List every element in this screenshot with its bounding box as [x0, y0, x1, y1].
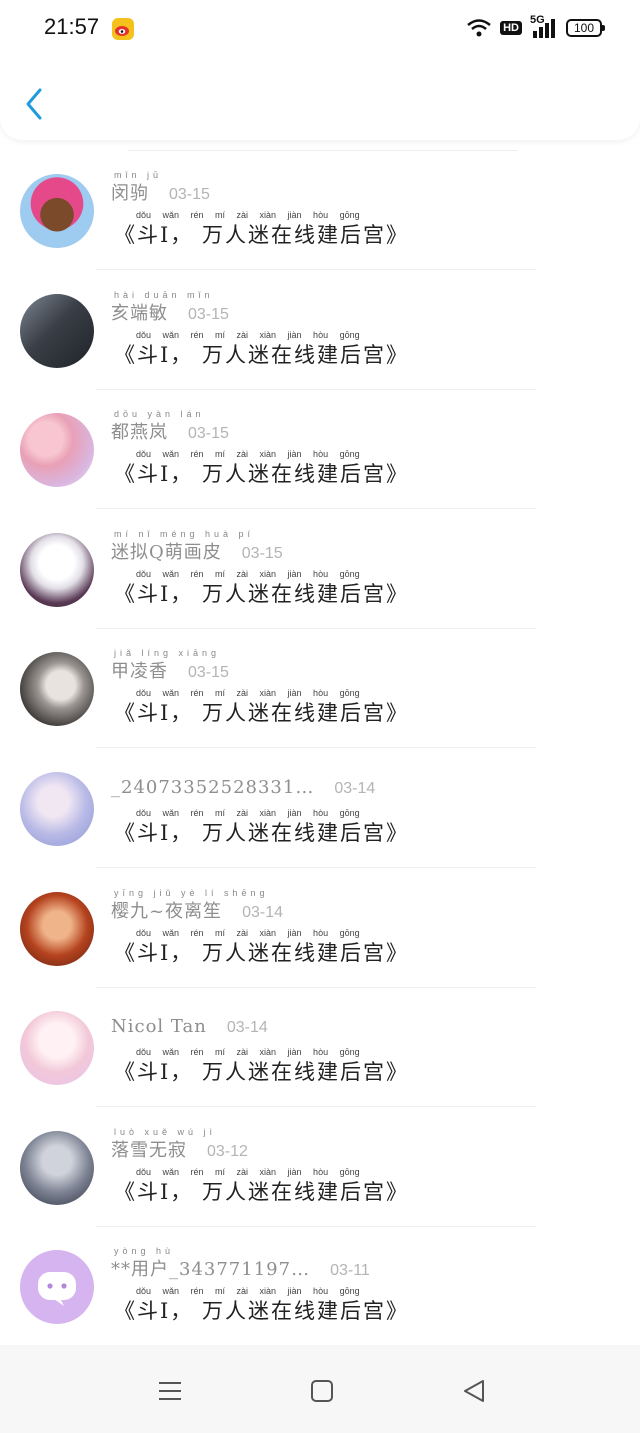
header-bar: 21:57 HD 5G 100	[0, 0, 640, 140]
back-button[interactable]	[20, 84, 52, 124]
comment-row[interactable]: dōu yàn lán 都燕岚 03-15 dǒu wǎn rén mí zài xi…	[0, 379, 640, 510]
name-line: 闵驹 03-15	[111, 179, 210, 205]
avatar[interactable]	[20, 1130, 94, 1205]
avatar[interactable]	[20, 293, 94, 368]
status-icons: HD 5G 100	[466, 14, 605, 42]
comment-row[interactable]: _24073352528331… 03-14 dǒu wǎn rén mí zài …	[0, 738, 640, 868]
name-line: 迷拟Q萌画皮 03-15	[111, 538, 283, 564]
system-back-button[interactable]	[454, 1371, 494, 1411]
username[interactable]: 亥端敏	[111, 299, 168, 325]
comment-text: 《斗I， 万人迷在线建后宫》	[114, 1299, 409, 1324]
comment-row[interactable]: yòng hù **用户_343771197… 03-11 dǒu wǎn rén m…	[0, 1216, 640, 1347]
wifi-icon	[467, 19, 491, 37]
comment-row[interactable]: mí nǐ méng huà pí 迷拟Q萌画皮 03-15 dǒu wǎn rén …	[0, 499, 640, 629]
comment-text: 《斗I， 万人迷在线建后宫》	[114, 223, 409, 247]
comment-text: 《斗I， 万人迷在线建后宫》	[114, 342, 409, 367]
username[interactable]: 甲凌香	[111, 657, 168, 683]
avatar[interactable]	[20, 1011, 94, 1086]
comment-date: 03-15	[188, 425, 229, 443]
comment-date: 03-15	[188, 305, 229, 323]
username[interactable]: 迷拟Q萌画皮	[111, 538, 222, 564]
username[interactable]: _24073352528331…	[111, 777, 314, 798]
name-line: 落雪无寂 03-12	[111, 1136, 248, 1162]
comment-row[interactable]: mǐn jū 闵驹 03-15 dǒu wǎn rén mí zài xiàn jià…	[0, 140, 640, 270]
comment-text: 《斗I， 万人迷在线建后宫》	[114, 1179, 409, 1204]
avatar[interactable]	[20, 891, 94, 966]
username[interactable]: 樱九~夜离笙	[111, 897, 222, 923]
comment-row[interactable]: hài duān mǐn 亥端敏 03-15 dǒu wǎn rén mí zài x…	[0, 260, 640, 390]
avatar[interactable]	[20, 174, 94, 248]
comment-text: 《斗I， 万人迷在线建后宫》	[114, 701, 409, 726]
comment-date: 03-14	[334, 780, 376, 797]
name-line: 甲凌香 03-15	[111, 657, 229, 683]
comment-date: 03-15	[188, 664, 229, 682]
name-line: _24073352528331… 03-14	[111, 777, 375, 798]
name-line: 都燕岚 03-15	[111, 418, 229, 444]
status-time: 21:57	[44, 14, 100, 39]
menu-icon	[159, 1382, 181, 1400]
comment-date: 03-15	[169, 186, 210, 203]
name-line: 樱九~夜离笙 03-14	[111, 897, 283, 923]
battery-indicator: 100	[566, 19, 605, 37]
triangle-back-icon	[464, 1380, 484, 1402]
comment-row[interactable]: Nicol Tan 03-14 dǒu wǎn rén mí zài xiàn ji…	[0, 977, 640, 1108]
comment-text: 《斗I， 万人迷在线建后宫》	[114, 581, 409, 606]
home-button[interactable]	[302, 1371, 342, 1411]
comment-text: 《斗I， 万人迷在线建后宫》	[114, 940, 409, 965]
comment-text: 《斗I， 万人迷在线建后宫》	[114, 1060, 409, 1085]
name-line: Nicol Tan 03-14	[111, 1016, 268, 1037]
username[interactable]: Nicol Tan	[111, 1016, 207, 1037]
comment-date: 03-14	[242, 903, 284, 921]
status-bar: 21:57 HD 5G 100	[0, 0, 640, 58]
avatar[interactable]	[20, 772, 94, 846]
comment-row[interactable]: jiǎ líng xiāng 甲凌香 03-15 dǒu wǎn rén mí zài…	[0, 618, 640, 749]
name-line: 亥端敏 03-15	[111, 299, 229, 325]
comment-date: 03-14	[226, 1019, 268, 1037]
chat-bubble-icon	[38, 1272, 76, 1307]
signal-icon: 5G	[530, 14, 558, 39]
username[interactable]: 都燕岚	[111, 418, 168, 444]
avatar[interactable]	[20, 652, 94, 727]
weibo-icon	[112, 18, 134, 40]
username[interactable]: **用户_343771197…	[111, 1255, 310, 1281]
comment-date: 03-15	[241, 544, 283, 562]
menu-button[interactable]	[150, 1371, 190, 1411]
hd-badge: HD	[500, 21, 522, 35]
comment-row[interactable]: yīng jiǔ yè lí shēng 樱九~夜离笙 03-14 dǒu wǎn r…	[0, 858, 640, 988]
avatar[interactable]	[20, 532, 94, 607]
system-nav-bar	[0, 1345, 640, 1433]
username[interactable]: 闵驹	[111, 179, 149, 205]
home-square-icon	[311, 1380, 333, 1402]
username[interactable]: 落雪无寂	[111, 1136, 187, 1162]
avatar[interactable]	[20, 1250, 94, 1325]
comment-date: 03-12	[207, 1142, 248, 1160]
comment-text: 《斗I， 万人迷在线建后宫》	[114, 821, 409, 845]
name-line: **用户_343771197… 03-11	[111, 1255, 370, 1281]
chevron-left-icon	[26, 88, 42, 120]
comment-text: 《斗I， 万人迷在线建后宫》	[114, 462, 409, 487]
comment-row[interactable]: luò xuě wú jì 落雪无寂 03-12 dǒu wǎn rén mí zài…	[0, 1097, 640, 1227]
comment-date: 03-11	[330, 1262, 370, 1280]
avatar[interactable]	[20, 413, 94, 488]
